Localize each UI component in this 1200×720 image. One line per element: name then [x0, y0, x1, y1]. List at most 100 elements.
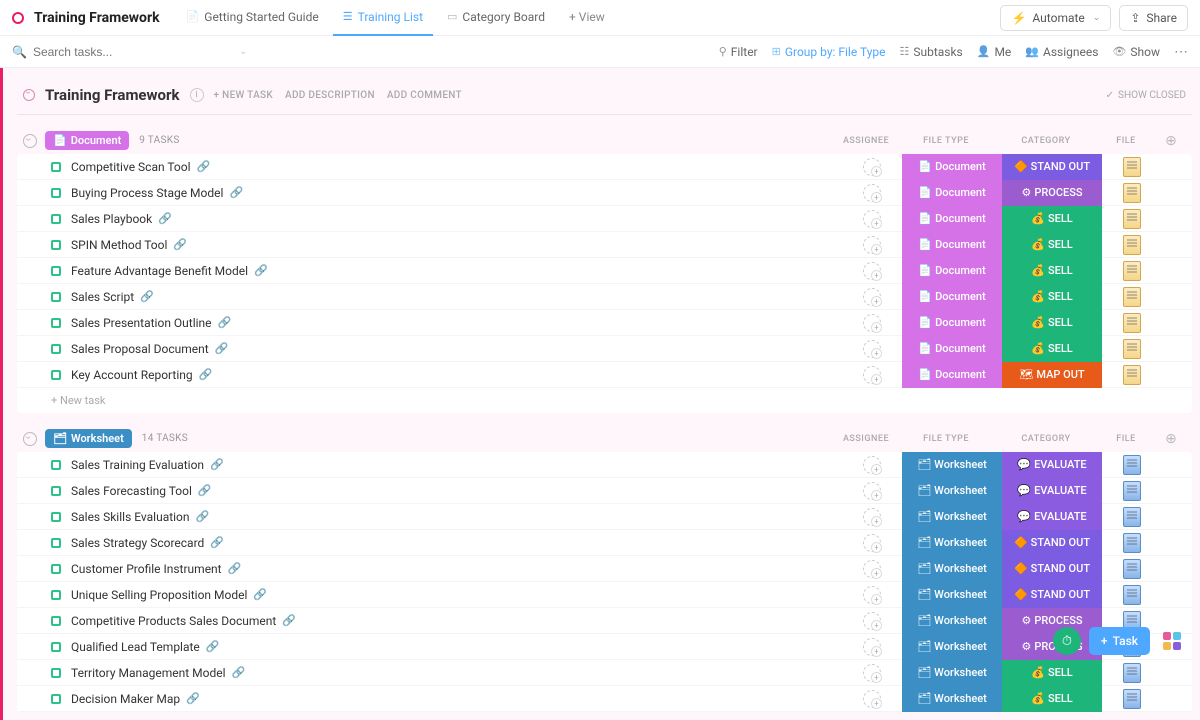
file-type-tag[interactable]: 🗂Worksheet [902, 634, 1002, 660]
add-assignee-icon[interactable] [863, 586, 881, 604]
attachment-icon[interactable]: 🔗 [158, 212, 172, 225]
add-description-action[interactable]: ADD DESCRIPTION [285, 90, 375, 101]
task-row[interactable]: Qualified Lead Template🔗 🗂Worksheet ⚙PRO… [17, 634, 1192, 660]
group-badge[interactable]: 📄Document [45, 131, 129, 150]
assignee-cell[interactable] [842, 638, 902, 656]
file-type-tag[interactable]: 📄Document [902, 284, 1002, 310]
file-icon[interactable] [1123, 183, 1141, 203]
task-name[interactable]: Competitive Scan Tool🔗 [71, 160, 842, 174]
status-box-icon[interactable] [51, 162, 61, 172]
assignee-cell[interactable] [842, 534, 902, 552]
add-comment-action[interactable]: ADD COMMENT [387, 90, 462, 101]
file-icon[interactable] [1123, 585, 1141, 605]
attachment-icon[interactable]: 🔗 [199, 368, 213, 381]
task-row[interactable]: Competitive Products Sales Document🔗 🗂Wo… [17, 608, 1192, 634]
file-cell[interactable] [1102, 183, 1162, 203]
file-icon[interactable] [1123, 261, 1141, 281]
add-assignee-icon[interactable] [863, 482, 881, 500]
assignee-cell[interactable] [842, 210, 902, 228]
attachment-icon[interactable]: 🔗 [282, 614, 296, 627]
attachment-icon[interactable]: 🔗 [206, 640, 220, 653]
add-assignee-icon[interactable] [863, 314, 881, 332]
assignee-cell[interactable] [842, 482, 902, 500]
category-tag[interactable]: 💰SELL [1002, 336, 1102, 362]
task-row[interactable]: SPIN Method Tool🔗 📄Document 💰SELL [17, 232, 1192, 258]
assignee-cell[interactable] [842, 288, 902, 306]
add-assignee-icon[interactable] [863, 508, 881, 526]
file-icon[interactable] [1123, 455, 1141, 475]
attachment-icon[interactable]: 🔗 [229, 186, 243, 199]
add-assignee-icon[interactable] [863, 456, 881, 474]
show-closed-toggle[interactable]: ✓ SHOW CLOSED [1106, 90, 1186, 101]
add-assignee-icon[interactable] [863, 560, 881, 578]
file-cell[interactable] [1102, 157, 1162, 177]
file-type-tag[interactable]: 🗂Worksheet [902, 608, 1002, 634]
group-collapse-icon[interactable] [23, 432, 37, 446]
task-name[interactable]: Buying Process Stage Model🔗 [71, 186, 842, 200]
category-tag[interactable]: 💰SELL [1002, 258, 1102, 284]
task-name[interactable]: Sales Skills Evaluation🔗 [71, 510, 842, 524]
status-box-icon[interactable] [51, 486, 61, 496]
status-box-icon[interactable] [51, 266, 61, 276]
category-tag[interactable]: 🗺MAP OUT [1002, 362, 1102, 388]
status-box-icon[interactable] [51, 318, 61, 328]
file-type-tag[interactable]: 🗂Worksheet [902, 686, 1002, 712]
add-column-icon[interactable]: ⊕ [1156, 431, 1186, 447]
status-box-icon[interactable] [51, 460, 61, 470]
attachment-icon[interactable]: 🔗 [215, 342, 229, 355]
task-row[interactable]: Sales Training Evaluation🔗 🗂Worksheet 💬E… [17, 452, 1192, 478]
status-box-icon[interactable] [51, 616, 61, 626]
status-box-icon[interactable] [51, 694, 61, 704]
group-by-button[interactable]: ⊞Group by: File Type [772, 45, 886, 59]
status-box-icon[interactable] [51, 538, 61, 548]
add-assignee-icon[interactable] [863, 158, 881, 176]
group-badge[interactable]: 🗂Worksheet [45, 429, 132, 448]
task-row[interactable]: Competitive Scan Tool🔗 📄Document 🔶STAND … [17, 154, 1192, 180]
task-name[interactable]: Customer Profile Instrument🔗 [71, 562, 842, 576]
add-assignee-icon[interactable] [863, 612, 881, 630]
task-row[interactable]: Unique Selling Proposition Model🔗 🗂Works… [17, 582, 1192, 608]
task-row[interactable]: Territory Management Model🔗 🗂Worksheet 💰… [17, 660, 1192, 686]
status-box-icon[interactable] [51, 668, 61, 678]
tab-category-board[interactable]: ▭Category Board [437, 0, 555, 36]
task-name[interactable]: Unique Selling Proposition Model🔗 [71, 588, 842, 602]
status-box-icon[interactable] [51, 564, 61, 574]
assignee-cell[interactable] [842, 236, 902, 254]
automate-button[interactable]: ⚡ Automate ⌄ [1000, 5, 1111, 31]
assignee-cell[interactable] [842, 612, 902, 630]
assignee-cell[interactable] [842, 456, 902, 474]
file-cell[interactable] [1102, 235, 1162, 255]
add-assignee-icon[interactable] [863, 690, 881, 708]
assignee-cell[interactable] [842, 314, 902, 332]
assignee-cell[interactable] [842, 340, 902, 358]
file-icon[interactable] [1123, 533, 1141, 553]
file-icon[interactable] [1123, 365, 1141, 385]
new-task-row[interactable]: + New task [17, 388, 1192, 413]
attachment-icon[interactable]: 🔗 [254, 264, 268, 277]
category-tag[interactable]: ⚙PROCESS [1002, 180, 1102, 206]
attachment-icon[interactable]: 🔗 [140, 290, 154, 303]
file-icon[interactable] [1123, 235, 1141, 255]
task-row[interactable]: Customer Profile Instrument🔗 🗂Worksheet … [17, 556, 1192, 582]
collapse-icon[interactable] [23, 89, 35, 101]
status-box-icon[interactable] [51, 512, 61, 522]
category-tag[interactable]: 💬EVALUATE [1002, 504, 1102, 530]
task-row[interactable]: Feature Advantage Benefit Model🔗 📄Docume… [17, 258, 1192, 284]
file-type-tag[interactable]: 🗂Worksheet [902, 556, 1002, 582]
assignees-button[interactable]: 👥Assignees [1025, 45, 1098, 59]
file-type-tag[interactable]: 📄Document [902, 258, 1002, 284]
add-view-tab[interactable]: + View [559, 0, 615, 36]
task-row[interactable]: Buying Process Stage Model🔗 📄Document ⚙P… [17, 180, 1192, 206]
file-type-tag[interactable]: 📄Document [902, 154, 1002, 180]
status-box-icon[interactable] [51, 344, 61, 354]
file-cell[interactable] [1102, 339, 1162, 359]
attachment-icon[interactable]: 🔗 [218, 316, 232, 329]
category-tag[interactable]: 🔶STAND OUT [1002, 556, 1102, 582]
file-cell[interactable] [1102, 287, 1162, 307]
file-type-tag[interactable]: 🗂Worksheet [902, 530, 1002, 556]
file-icon[interactable] [1123, 157, 1141, 177]
task-row[interactable]: Key Account Reporting🔗 📄Document 🗺MAP OU… [17, 362, 1192, 388]
show-button[interactable]: 👁Show [1112, 45, 1160, 59]
status-box-icon[interactable] [51, 240, 61, 250]
task-name[interactable]: Qualified Lead Template🔗 [71, 640, 842, 654]
